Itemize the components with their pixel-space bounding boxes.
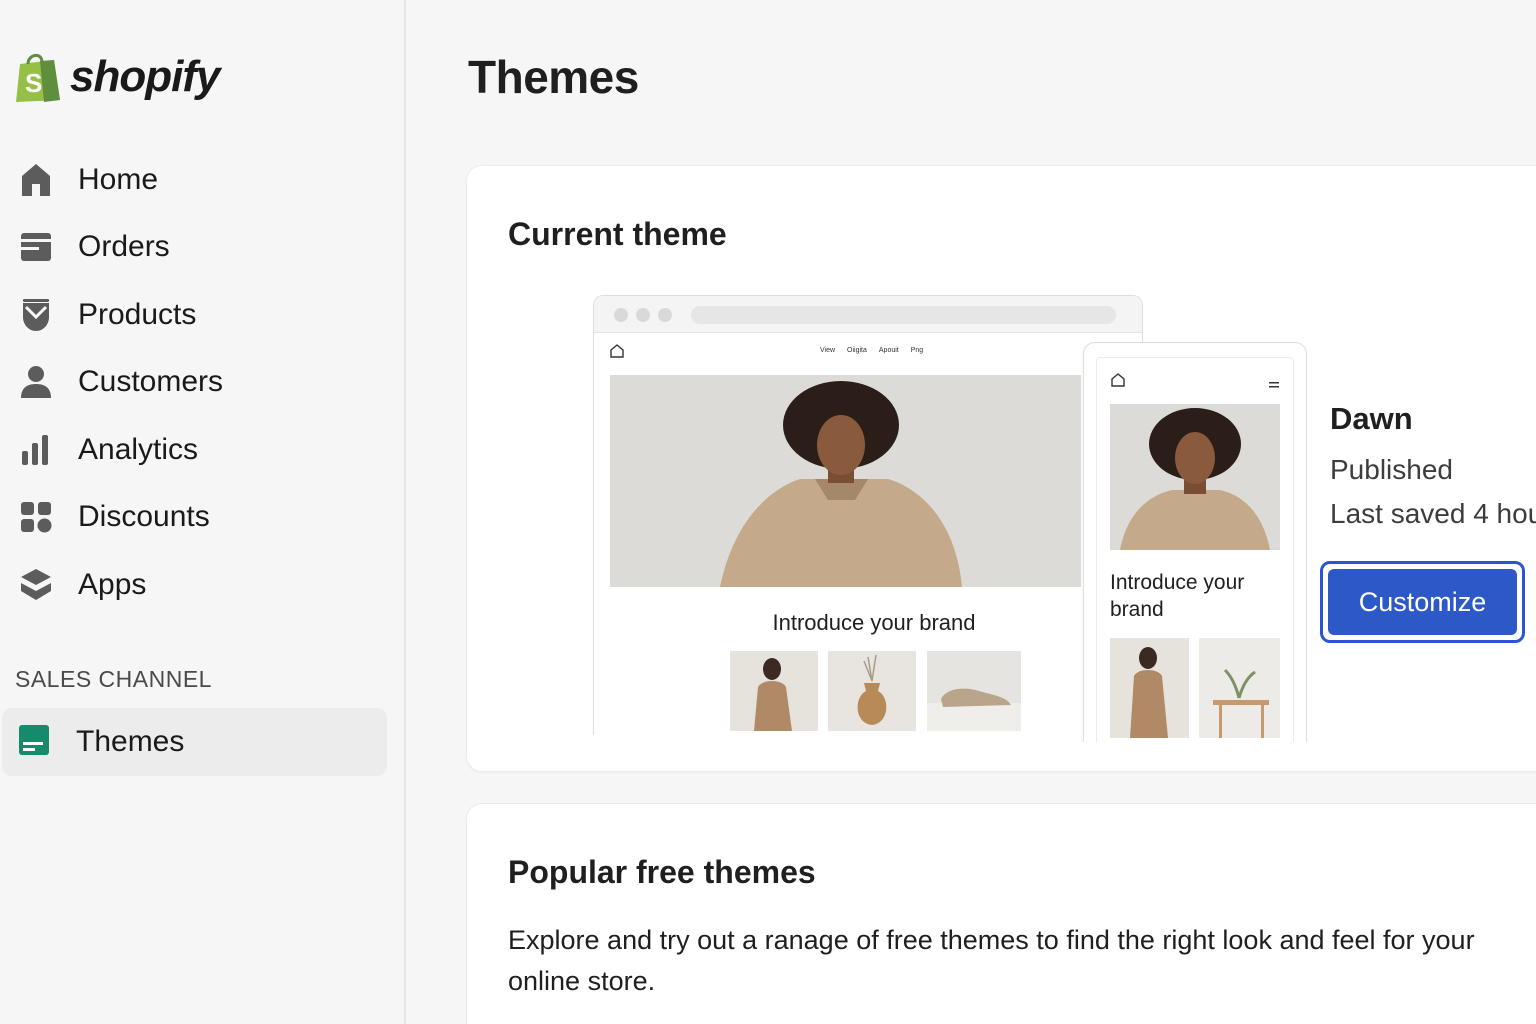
- sidebar-item-label: Home: [78, 162, 159, 196]
- customers-icon: [18, 364, 54, 400]
- customize-button[interactable]: Customize: [1320, 561, 1525, 643]
- mobile-product-thumb-coat: [1110, 638, 1189, 738]
- product-thumb-vase: [828, 651, 916, 731]
- theme-last-saved: Last saved 4 hou: [1330, 498, 1536, 529]
- home-icon: [18, 162, 54, 198]
- product-thumb-coat: [730, 651, 818, 731]
- sidebar-item-label: Customers: [78, 365, 224, 399]
- apps-icon: [18, 567, 54, 603]
- sidebar-item-discounts[interactable]: Discounts: [0, 484, 406, 552]
- mobile-menu-icon: [1269, 376, 1279, 394]
- sidebar-item-analytics[interactable]: Analytics: [0, 416, 406, 484]
- orders-icon: [18, 229, 54, 265]
- discounts-icon: [18, 499, 54, 535]
- analytics-icon: [18, 432, 54, 468]
- window-dot: [636, 308, 650, 322]
- theme-name: Dawn: [1330, 401, 1413, 436]
- sidebar-nav: Home Orders Products Customers Analytics: [0, 146, 406, 619]
- store-home-icon: [610, 344, 624, 363]
- products-icon: [18, 297, 54, 333]
- shopify-bag-icon: S: [14, 50, 62, 104]
- sidebar-item-home[interactable]: Home: [0, 146, 406, 214]
- sidebar-item-customers[interactable]: Customers: [0, 349, 406, 417]
- sidebar-item-orders[interactable]: Orders: [0, 214, 406, 282]
- popular-themes-description: Explore and try out a ranage of free the…: [508, 925, 1475, 996]
- sidebar-item-themes[interactable]: Themes: [2, 708, 387, 776]
- window-dot: [658, 308, 672, 322]
- current-theme-heading: Current theme: [508, 216, 727, 252]
- brand-name: shopify: [70, 52, 220, 101]
- sidebar: S shopify Home Orders Products Customers…: [0, 0, 406, 1024]
- browser-bar: [594, 296, 1142, 333]
- mobile-product-thumb-table: [1199, 638, 1280, 738]
- desktop-preview: View Oiigita Apouit Png Introduce your b…: [593, 295, 1143, 735]
- sidebar-item-label: Analytics: [78, 432, 199, 466]
- store-link: Oiigita: [847, 347, 867, 354]
- sidebar-item-label: Discounts: [78, 500, 210, 534]
- mobile-hero-image: [1110, 404, 1280, 550]
- mobile-preview: Introduce your brand: [1083, 342, 1307, 742]
- sidebar-item-label: Orders: [78, 230, 170, 264]
- popular-themes-card: Popular free themes Explore and try out …: [466, 803, 1536, 1024]
- store-link: Apouit: [878, 347, 899, 354]
- mobile-screen: Introduce your brand: [1096, 357, 1294, 742]
- current-theme-card: Current theme View Oiigita Apouit Png In…: [466, 165, 1536, 772]
- shopify-logo[interactable]: S shopify: [14, 50, 220, 104]
- popular-themes-heading: Popular free themes: [508, 854, 816, 890]
- sidebar-item-products[interactable]: Products: [0, 281, 406, 349]
- store-nav-links: View Oiigita Apouit Png: [820, 347, 923, 354]
- address-bar: [691, 306, 1116, 324]
- mobile-home-icon: [1110, 372, 1126, 393]
- hero-image: [610, 375, 1084, 587]
- product-thumb-shoe: [927, 651, 1021, 731]
- hero-heading: Introduce your brand: [772, 610, 976, 635]
- customize-button-label: Customize: [1328, 569, 1517, 635]
- themes-icon: [18, 724, 50, 761]
- window-dot: [614, 308, 628, 322]
- svg-text:S: S: [25, 68, 42, 98]
- sidebar-item-label: Apps: [78, 567, 147, 601]
- store-link: Png: [910, 347, 924, 354]
- page-title: Themes: [468, 51, 639, 103]
- section-label-sales-channel: SALES CHANNEL: [15, 666, 212, 692]
- sidebar-item-label: Themes: [76, 725, 185, 758]
- theme-status: Published: [1330, 454, 1453, 485]
- store-link: View: [820, 347, 836, 354]
- sidebar-item-label: Products: [78, 297, 197, 331]
- sidebar-item-apps[interactable]: Apps: [0, 551, 406, 619]
- mobile-hero-heading: Introduce your brand: [1110, 571, 1245, 621]
- store-header: View Oiigita Apouit Png: [610, 344, 1120, 364]
